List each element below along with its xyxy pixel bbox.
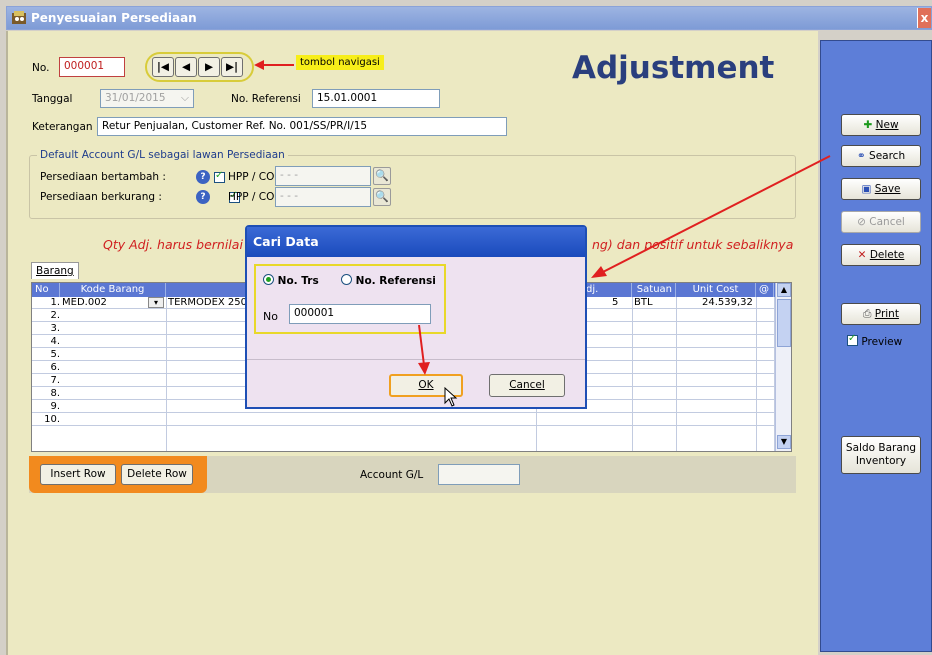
bertambah-label: Persediaan bertambah : [40, 171, 166, 183]
next-record-icon[interactable]: ▶ [198, 57, 220, 77]
cancel-dialog-button[interactable]: Cancel [489, 374, 565, 397]
scroll-up-icon[interactable]: ▲ [777, 283, 791, 297]
col-no: No [32, 283, 60, 297]
preview-checkbox[interactable] [847, 333, 858, 346]
window-title: Penyesuaian Persediaan [31, 11, 197, 25]
new-button[interactable]: ✚ New [841, 114, 921, 136]
berkurang-label: Persediaan berkurang : [40, 191, 162, 203]
tanggal-field[interactable]: 31/01/2015 ⌵ [100, 89, 194, 108]
tab-barang[interactable]: Barang [31, 262, 79, 279]
preview-option[interactable]: Preview [847, 333, 902, 348]
mouse-cursor-icon [444, 387, 458, 407]
radio-no-trs[interactable]: No. Trs [263, 274, 319, 287]
noref-label: No. Referensi [231, 93, 301, 105]
dialog-no-label: No [263, 310, 278, 323]
dialog-title: Cari Data [247, 227, 585, 257]
scroll-thumb[interactable] [777, 299, 791, 347]
grid-scrollbar[interactable]: ▲ ▼ [775, 283, 791, 451]
cancel-icon: ⊘ [857, 216, 866, 228]
radio-no-trs-dot[interactable] [263, 274, 274, 285]
dialog-no-field[interactable]: 000001 [289, 304, 431, 324]
col-satuan: Satuan [632, 283, 676, 297]
save-button[interactable]: ▣ Save [841, 178, 921, 200]
keterangan-field[interactable]: Retur Penjualan, Customer Ref. No. 001/S… [97, 117, 507, 136]
help-icon[interactable]: ? [196, 190, 210, 204]
warning-text-left: Qty Adj. harus bernilai n [103, 237, 255, 252]
account-berkurang-field[interactable]: - - - [275, 187, 371, 207]
nav-buttons: |◀ ◀ ▶ ▶| [152, 57, 246, 77]
account-gl-field[interactable] [438, 464, 520, 485]
col-unit-cost: Unit Cost [676, 283, 756, 297]
last-record-icon[interactable]: ▶| [221, 57, 243, 77]
saldo-barang-button[interactable]: Saldo Barang Inventory [841, 436, 921, 474]
tanggal-label: Tanggal [32, 93, 73, 105]
page-headline: Adjustment [572, 50, 775, 86]
nav-annotation: tombol navigasi [296, 55, 384, 70]
arrow-annotation-icon [254, 60, 294, 70]
scroll-down-icon[interactable]: ▼ [777, 435, 791, 449]
search-dialog: Cari Data No. Trs No. Referensi No 00000… [245, 225, 587, 409]
prev-record-icon[interactable]: ◀ [175, 57, 197, 77]
binoculars-icon: ⚭ [856, 150, 866, 162]
col-at: @ [756, 283, 774, 297]
first-record-icon[interactable]: |◀ [152, 57, 174, 77]
chevron-down-icon: ⌵ [181, 92, 189, 104]
table-row[interactable]: 10. [32, 414, 777, 426]
x-icon: ✕ [857, 249, 867, 261]
noref-field[interactable]: 15.01.0001 [312, 89, 440, 108]
account-gl-label: Account G/L [360, 469, 424, 481]
printer-icon: ⎙ [863, 308, 872, 320]
search-icon[interactable]: 🔍 [373, 167, 391, 185]
help-icon[interactable]: ? [196, 170, 210, 184]
app-icon [12, 11, 26, 24]
arrow-annotation-icon [591, 155, 831, 278]
search-icon[interactable]: 🔍 [373, 188, 391, 206]
dropdown-icon[interactable]: ▾ [148, 297, 164, 308]
floppy-icon: ▣ [861, 183, 872, 195]
radio-no-referensi[interactable]: No. Referensi [341, 274, 436, 287]
no-field[interactable]: 000001 [59, 57, 125, 77]
insert-row-button[interactable]: Insert Row [40, 464, 116, 485]
radio-no-referensi-dot[interactable] [341, 274, 352, 285]
col-kode: Kode Barang [60, 283, 166, 297]
print-button[interactable]: ⎙ Print [841, 303, 921, 325]
cancel-button[interactable]: ⊘ Cancel [841, 211, 921, 233]
keterangan-label: Keterangan [32, 121, 93, 133]
default-account-title: Default Account G/L sebagai lawan Persed… [37, 149, 288, 161]
no-label: No. [32, 62, 50, 74]
delete-row-button[interactable]: Delete Row [121, 464, 193, 485]
search-button[interactable]: ⚭ Search [841, 145, 921, 167]
dialog-body: No. Trs No. Referensi No 000001 OK Cance… [247, 257, 585, 407]
hpp-checkbox-bertambah[interactable] [214, 170, 225, 183]
sidebar: ✚ New ⚭ Search ▣ Save ⊘ Cancel ✕ Delete … [820, 40, 932, 652]
plus-icon: ✚ [863, 119, 873, 131]
arrow-annotation-icon [418, 325, 430, 375]
delete-button[interactable]: ✕ Delete [841, 244, 921, 266]
close-button[interactable]: x [917, 8, 931, 28]
account-bertambah-field[interactable]: - - - [275, 166, 371, 186]
window-titlebar: Penyesuaian Persediaan x [6, 6, 932, 30]
